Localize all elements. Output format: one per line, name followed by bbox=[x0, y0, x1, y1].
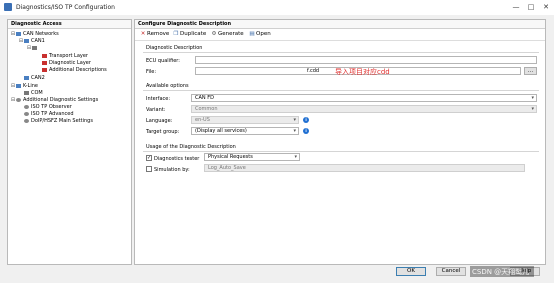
settings-icon bbox=[24, 118, 29, 123]
group-label-diagnostic-description: Diagnostic Description bbox=[146, 45, 203, 51]
diagnostics-tester-select[interactable]: Physical Requests ▾ bbox=[204, 153, 300, 161]
chevron-down-icon: ▾ bbox=[293, 128, 296, 134]
network-icon bbox=[24, 75, 29, 80]
watermark: CSDN @天翔鹭儿 bbox=[472, 268, 530, 276]
variant-select[interactable]: Common ▾ bbox=[191, 105, 537, 113]
ok-button[interactable]: OK bbox=[396, 267, 426, 276]
variant-label: Variant: bbox=[146, 107, 166, 113]
simulation-checkbox[interactable] bbox=[146, 166, 152, 172]
gear-icon: ⚙ bbox=[211, 31, 217, 37]
file-label: File: bbox=[146, 69, 157, 75]
simulation-select[interactable]: Log_Auto_Save bbox=[204, 164, 525, 172]
target-group-label: Target group: bbox=[146, 129, 180, 135]
ecu-node-icon bbox=[32, 45, 37, 50]
annotation-text: 导入项目对应cdd bbox=[335, 68, 390, 76]
close-button[interactable]: ✕ bbox=[539, 1, 553, 13]
duplicate-icon: ❐ bbox=[173, 31, 179, 37]
separator bbox=[143, 151, 539, 152]
info-icon[interactable]: i bbox=[303, 117, 309, 123]
language-label: Language: bbox=[146, 118, 173, 124]
tree-item-com[interactable]: COM bbox=[24, 90, 43, 97]
tree-item-iso-tp-advanced[interactable]: ISO TP Advanced bbox=[24, 111, 74, 118]
tree-item-can2[interactable]: CAN2 bbox=[24, 75, 45, 82]
title-bar: Diagnostics/ISO TP Configuration — □ ✕ bbox=[0, 0, 554, 15]
tree-item-k-line[interactable]: ⊟ K-Line bbox=[10, 83, 38, 90]
chevron-down-icon: ▾ bbox=[293, 117, 296, 123]
panel-header: Configure Diagnostic Description bbox=[135, 20, 545, 29]
tree-item-ecu-node[interactable]: ⊟ bbox=[26, 45, 39, 52]
configure-diagnostic-panel: Configure Diagnostic Description ✕ Remove… bbox=[134, 19, 546, 265]
settings-icon bbox=[24, 104, 29, 109]
toolbar: ✕ Remove ❐ Duplicate ⚙ Generate ▤Open bbox=[135, 29, 545, 41]
diagnostics-tester-label: Diagnostics tester bbox=[154, 156, 200, 162]
panel-header: Diagnostic Access bbox=[8, 20, 131, 29]
tree-item-doip-settings[interactable]: DoIP/HSFZ Main Settings bbox=[24, 118, 93, 125]
open-button[interactable]: ▤Open bbox=[249, 31, 270, 38]
port-icon bbox=[24, 90, 29, 95]
browse-button[interactable]: ... bbox=[524, 67, 537, 75]
chevron-down-icon: ▾ bbox=[531, 95, 534, 101]
chevron-down-icon: ▾ bbox=[294, 154, 297, 160]
tree-item-diagnostic-layer[interactable]: Diagnostic Layer bbox=[42, 60, 91, 67]
target-group-select[interactable]: (Display all services) ▾ bbox=[191, 127, 299, 135]
tree-item-additional-settings[interactable]: ⊟ Additional Diagnostic Settings bbox=[10, 97, 98, 104]
open-folder-icon: ▤ bbox=[249, 31, 255, 37]
group-label-available-options: Available options bbox=[146, 83, 189, 89]
diagnostics-tester-checkbox[interactable]: ✓ bbox=[146, 155, 152, 161]
ecu-qualifier-input[interactable] bbox=[195, 56, 537, 64]
generate-button[interactable]: ⚙ Generate bbox=[211, 31, 244, 38]
remove-icon: ✕ bbox=[140, 31, 146, 37]
ecu-qualifier-label: ECU qualifier: bbox=[146, 58, 180, 64]
config-icon bbox=[42, 67, 47, 72]
tree-item-can1[interactable]: ⊟ CAN1 bbox=[18, 38, 45, 45]
simulation-label: Simulation by: bbox=[154, 167, 190, 173]
interface-select[interactable]: CAN FD ▾ bbox=[191, 94, 537, 102]
separator bbox=[143, 52, 539, 53]
info-icon[interactable]: i bbox=[303, 128, 309, 134]
minimize-button[interactable]: — bbox=[509, 1, 523, 13]
config-icon bbox=[42, 60, 47, 65]
separator bbox=[143, 90, 539, 91]
tree-item-additional-descriptions[interactable]: Additional Descriptions bbox=[42, 67, 107, 74]
network-icon bbox=[16, 31, 21, 36]
tree-item-transport-layer[interactable]: Transport Layer bbox=[42, 53, 88, 60]
interface-label: Interface: bbox=[146, 96, 171, 102]
settings-icon bbox=[16, 97, 21, 102]
window-title: Diagnostics/ISO TP Configuration bbox=[16, 4, 115, 11]
duplicate-button[interactable]: ❐ Duplicate bbox=[173, 31, 207, 38]
chevron-down-icon: ▾ bbox=[531, 106, 534, 112]
tree-item-can-networks[interactable]: ⊟ CAN Networks bbox=[10, 31, 59, 38]
network-icon bbox=[24, 38, 29, 43]
network-icon bbox=[16, 83, 21, 88]
maximize-button[interactable]: □ bbox=[524, 1, 538, 13]
settings-icon bbox=[24, 111, 29, 116]
remove-button[interactable]: ✕ Remove bbox=[140, 31, 170, 38]
cancel-button[interactable]: Cancel bbox=[436, 267, 466, 276]
tree-item-iso-tp-observer[interactable]: ISO TP Observer bbox=[24, 104, 72, 111]
language-select[interactable]: en-US ▾ bbox=[191, 116, 299, 124]
group-label-usage: Usage of the Diagnostic Description bbox=[146, 144, 236, 150]
config-icon bbox=[42, 53, 47, 58]
diagnostic-access-panel: Diagnostic Access ⊟ CAN Networks ⊟ CAN1 ⊟ … bbox=[7, 19, 132, 265]
app-icon bbox=[4, 3, 12, 11]
